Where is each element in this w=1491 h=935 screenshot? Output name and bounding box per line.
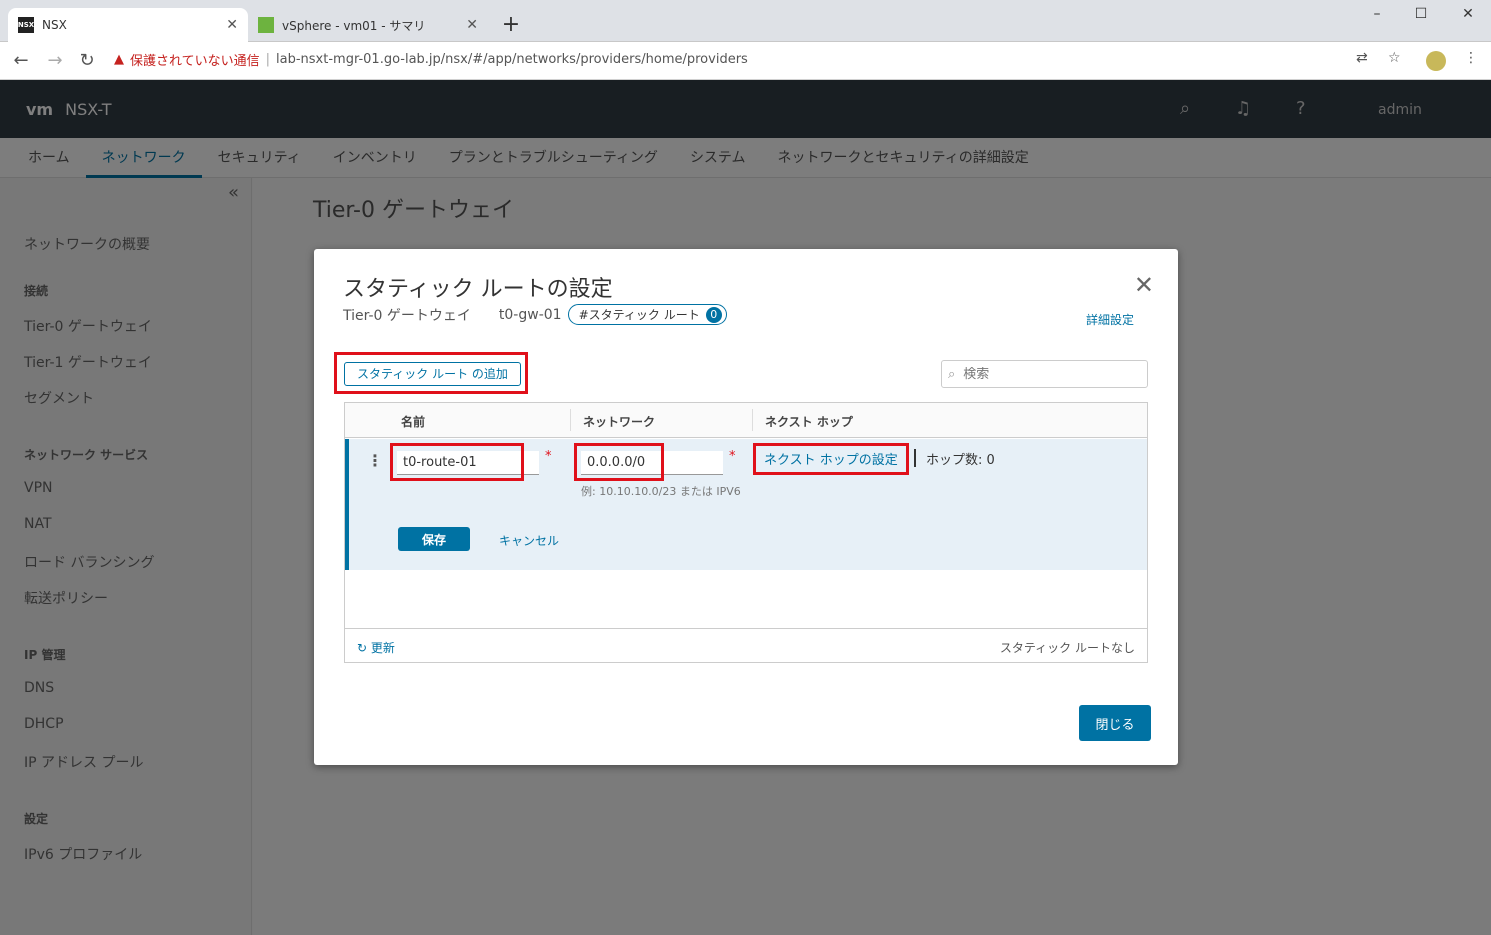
highlight-box <box>753 443 909 475</box>
translate-icon[interactable]: ⇄ <box>1356 50 1368 66</box>
grid-footer: ↻ 更新 スタティック ルートなし <box>345 628 1147 662</box>
routes-grid: 名前 ネットワーク ネクスト ホップ ⋮ * * 例: 10.10.10.0/2… <box>344 402 1148 663</box>
vsphere-favicon-icon <box>258 17 274 33</box>
divider <box>914 449 916 467</box>
static-route-count-badge: #スタティック ルート 0 <box>567 304 727 325</box>
refresh-label: 更新 <box>370 641 395 655</box>
gateway-type: Tier-0 ゲートウェイ <box>343 307 471 324</box>
url-box[interactable]: ▲ 保護されていない通信 | lab-nsxt-mgr-01.go-lab.jp… <box>114 50 748 69</box>
grid-header: 名前 ネットワーク ネクスト ホップ <box>345 403 1147 438</box>
nsx-favicon-icon: NSX <box>18 17 34 33</box>
security-warning: 保護されていない通信 <box>130 54 260 69</box>
search-input[interactable] <box>963 366 1124 382</box>
new-tab-plus-icon[interactable]: + <box>500 12 522 38</box>
refresh-icon: ↻ <box>357 641 371 655</box>
browser-tab-strip: NSX NSX ✕ vSphere - vm01 - サマリ ✕ + – ☐ ✕ <box>0 0 1491 42</box>
refresh-button[interactable]: ↻ 更新 <box>357 639 395 656</box>
empty-status: スタティック ルートなし <box>999 641 1135 655</box>
url-divider: | <box>265 52 271 67</box>
advanced-settings-link[interactable]: 詳細設定 <box>1086 311 1134 328</box>
pill-label: #スタティック ルート <box>578 308 700 322</box>
close-icon[interactable]: ✕ <box>226 17 238 33</box>
pill-count: 0 <box>705 306 722 323</box>
modal-title: スタティック ルートの設定 <box>343 277 613 302</box>
profile-avatar[interactable] <box>1426 51 1446 71</box>
url-text[interactable]: lab-nsxt-mgr-01.go-lab.jp/nsx/#/app/netw… <box>276 52 748 67</box>
required-marker: * <box>545 449 552 464</box>
bookmark-star-icon[interactable]: ☆ <box>1388 50 1401 66</box>
col-divider <box>752 409 753 431</box>
close-icon[interactable]: ✕ <box>466 17 478 33</box>
network-hint: 例: 10.10.10.0/23 または IPV6 <box>581 485 741 498</box>
close-button[interactable]: 閉じる <box>1079 705 1151 741</box>
highlight-box <box>574 443 664 481</box>
hop-count: ホップ数: 0 <box>926 453 995 468</box>
col-name[interactable]: 名前 <box>401 413 425 430</box>
tab-label: vSphere - vm01 - サマリ <box>282 18 426 33</box>
static-route-modal: スタティック ルートの設定 ✕ Tier-0 ゲートウェイ t0-gw-01 #… <box>314 249 1178 765</box>
window-close-icon[interactable]: ✕ <box>1453 6 1483 22</box>
cancel-button[interactable]: キャンセル <box>499 532 559 549</box>
close-icon[interactable]: ✕ <box>1134 273 1154 297</box>
col-divider <box>570 409 571 431</box>
search-icon: ⌕ <box>948 366 956 382</box>
menu-kebab-icon[interactable]: ⋮ <box>1464 50 1478 66</box>
tab-label: NSX <box>42 18 67 32</box>
maximize-icon[interactable]: ☐ <box>1406 6 1436 22</box>
row-actions-icon[interactable]: ⋮ <box>367 451 383 470</box>
gateway-name: t0-gw-01 <box>498 306 562 323</box>
search-box: ⌕ <box>941 360 1148 388</box>
minimize-icon[interactable]: – <box>1362 6 1392 22</box>
back-arrow-icon[interactable]: ← <box>10 50 32 72</box>
reload-icon[interactable]: ↻ <box>76 50 98 72</box>
browser-tab-vsphere[interactable]: vSphere - vm01 - サマリ ✕ <box>248 8 488 42</box>
highlight-box <box>334 352 528 394</box>
browser-tab-nsx[interactable]: NSX NSX ✕ <box>8 8 248 42</box>
col-nexthop[interactable]: ネクスト ホップ <box>765 413 853 430</box>
required-marker: * <box>729 449 736 464</box>
forward-arrow-icon[interactable]: → <box>44 50 66 72</box>
save-button[interactable]: 保存 <box>398 527 470 551</box>
col-network[interactable]: ネットワーク <box>583 413 655 430</box>
highlight-box <box>390 443 524 481</box>
warning-triangle-icon: ▲ <box>114 52 124 67</box>
modal-subtitle: Tier-0 ゲートウェイ t0-gw-01 #スタティック ルート 0 <box>343 304 727 325</box>
